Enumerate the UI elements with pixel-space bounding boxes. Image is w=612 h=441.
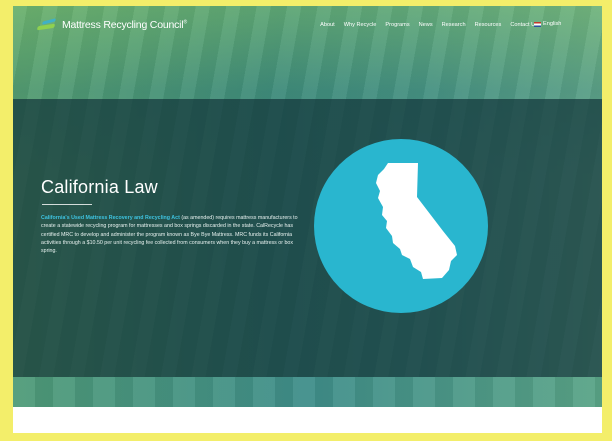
law-link[interactable]: California's Used Mattress Recovery and … [41,215,180,221]
brand-logo[interactable]: Mattress Recycling Council® [36,18,187,31]
nav-why-recycle[interactable]: Why Recycle [344,22,377,28]
site-header: Mattress Recycling Council® About Why Re… [13,6,602,46]
brand-name: Mattress Recycling Council [62,19,184,31]
nav-resources[interactable]: Resources [475,22,502,28]
us-flag-icon [534,21,541,27]
nav-news[interactable]: News [419,22,433,28]
language-label: English [543,21,562,27]
nav-about[interactable]: About [320,22,335,28]
title-divider [42,204,92,205]
language-selector[interactable]: English [534,21,561,27]
hero-description: California's Used Mattress Recovery and … [41,214,303,255]
next-section [13,407,602,433]
trademark-mark: ® [183,19,187,26]
page-title: California Law [41,177,158,197]
nav-programs[interactable]: Programs [385,22,409,28]
main-nav: About Why Recycle Programs News Research… [320,22,538,28]
nav-research[interactable]: Research [442,22,466,28]
california-map-icon [376,163,457,279]
mrc-logo-icon [36,18,59,31]
map-badge [314,139,488,313]
footer-photo-strip [13,377,602,407]
